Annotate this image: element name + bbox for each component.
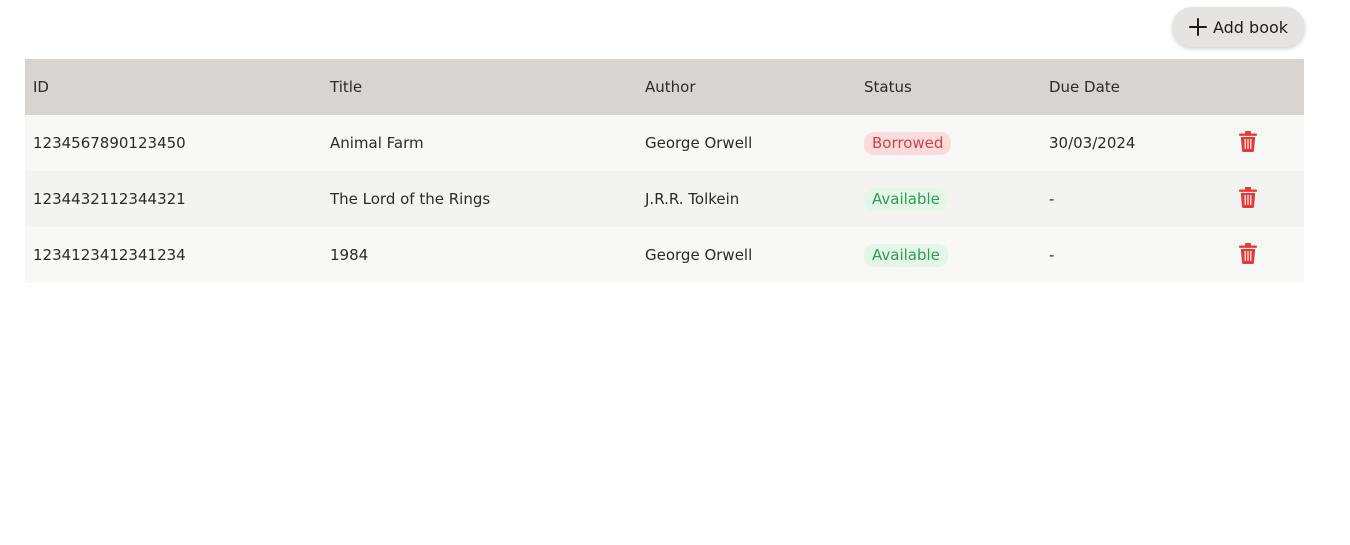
cell-status: Available bbox=[856, 227, 1041, 283]
cell-author: J.R.R. Tolkein bbox=[645, 190, 740, 208]
table-row: 1234432112344321 The Lord of the Rings J… bbox=[25, 171, 1304, 227]
trash-icon bbox=[1239, 186, 1257, 208]
cell-status: Available bbox=[856, 171, 1041, 227]
cell-due-date: 30/03/2024 bbox=[1049, 134, 1136, 152]
trash-icon bbox=[1239, 242, 1257, 264]
status-badge: Borrowed bbox=[864, 131, 952, 155]
add-book-label: Add book bbox=[1212, 17, 1289, 37]
cell-due-date: - bbox=[1049, 190, 1055, 208]
trash-icon bbox=[1239, 130, 1257, 152]
header-author: Author bbox=[645, 78, 696, 96]
delete-button[interactable] bbox=[1239, 186, 1257, 208]
cell-id: 1234123412341234 bbox=[33, 246, 186, 264]
cell-title: The Lord of the Rings bbox=[330, 190, 491, 208]
cell-id: 1234432112344321 bbox=[33, 190, 186, 208]
cell-status: Borrowed bbox=[856, 115, 1041, 171]
status-badge: Available bbox=[864, 187, 948, 211]
cell-author: George Orwell bbox=[645, 246, 753, 264]
delete-button[interactable] bbox=[1239, 130, 1257, 152]
cell-id: 1234567890123450 bbox=[33, 134, 186, 152]
header-status: Status bbox=[864, 78, 912, 96]
table-header-row: ID Title Author Status Due Date bbox=[25, 59, 1304, 115]
cell-actions bbox=[1227, 227, 1304, 283]
header-id: ID bbox=[33, 78, 49, 96]
header-title: Title bbox=[330, 78, 363, 96]
cell-actions bbox=[1227, 115, 1304, 171]
status-badge: Available bbox=[864, 243, 948, 267]
plus-icon bbox=[1188, 18, 1207, 36]
cell-actions bbox=[1227, 171, 1304, 227]
cell-author: George Orwell bbox=[645, 134, 753, 152]
header-due-date: Due Date bbox=[1049, 78, 1120, 96]
table-row: 1234567890123450 Animal Farm George Orwe… bbox=[25, 115, 1304, 171]
table-row: 1234123412341234 1984 George Orwell Avai… bbox=[25, 227, 1304, 283]
cell-title: 1984 bbox=[330, 246, 369, 264]
header-actions bbox=[1227, 59, 1304, 115]
add-book-button[interactable]: Add book bbox=[1172, 7, 1305, 47]
books-table: ID Title Author Status Due Date 12345678… bbox=[25, 59, 1304, 283]
cell-due-date: - bbox=[1049, 246, 1055, 264]
cell-title: Animal Farm bbox=[330, 134, 424, 152]
delete-button[interactable] bbox=[1239, 242, 1257, 264]
